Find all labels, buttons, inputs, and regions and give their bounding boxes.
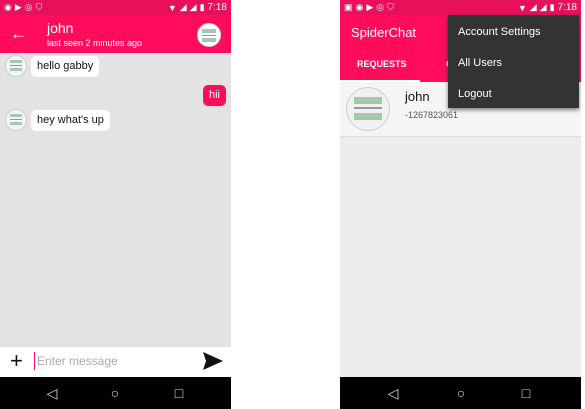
shield-icon: ⛉	[35, 2, 43, 12]
avatar	[5, 55, 27, 77]
youtube-icon: ▶	[366, 2, 374, 12]
message-bubble: hey what's up	[31, 110, 110, 131]
menu-item-logout[interactable]: Logout	[458, 88, 492, 100]
record-icon: ◎	[24, 2, 33, 12]
contact-name[interactable]: john	[47, 20, 73, 36]
menu-item-all-users[interactable]: All Users	[458, 57, 502, 69]
status-bar: ◉ ▶ ◎ ⛉ ▼ ◢ ◢ ▮ 7:18	[0, 0, 231, 15]
record-icon: ◎	[376, 2, 385, 12]
message-bubble: hello gabby	[31, 56, 100, 77]
chat-header: ← john last seen 2 minutes ago	[0, 15, 231, 53]
recents-nav-icon[interactable]: □	[171, 385, 187, 401]
whatsapp-icon: ◉	[355, 2, 364, 12]
status-bar: ▣ ◉ ▶ ◎ ⛉ ▼ ◢ ◢ ▮ 7:18	[340, 0, 581, 15]
notification-icons: ◉ ▶ ◎ ⛉	[4, 2, 42, 13]
overflow-menu: Account Settings All Users Logout	[448, 15, 579, 108]
back-nav-icon[interactable]: ◁	[385, 385, 401, 401]
clock: 7:18	[207, 2, 227, 13]
back-nav-icon[interactable]: ◁	[44, 385, 60, 401]
back-arrow-icon[interactable]: ←	[10, 24, 27, 44]
whatsapp-icon: ◉	[4, 2, 12, 12]
avatar[interactable]	[197, 23, 221, 47]
tab-requests[interactable]: REQUESTS	[357, 59, 407, 69]
avatar	[5, 109, 27, 131]
system-navbar: ◁ ○ □	[0, 377, 231, 409]
battery-icon: ▮	[549, 2, 555, 12]
chat-screen: ◉ ▶ ◎ ⛉ ▼ ◢ ◢ ▮ 7:18 ← john last seen 2 …	[0, 0, 231, 409]
main-screen: ▣ ◉ ▶ ◎ ⛉ ▼ ◢ ◢ ▮ 7:18 SpiderChat REQUES…	[340, 0, 581, 409]
clock: 7:18	[557, 2, 577, 13]
signal-icon: ◢	[179, 2, 187, 12]
system-icons: ▼ ◢ ◢ ▮ 7:18	[168, 2, 227, 13]
signal-icon: ◢	[529, 2, 537, 12]
app-title: SpiderChat	[351, 25, 417, 40]
send-icon[interactable]	[202, 351, 224, 371]
shield-icon: ⛉	[387, 2, 394, 12]
last-seen-text: last seen 2 minutes ago	[47, 38, 143, 48]
menu-item-account-settings[interactable]: Account Settings	[458, 26, 541, 38]
recents-nav-icon[interactable]: □	[518, 385, 534, 401]
user-phone: -1267823061	[405, 110, 459, 120]
message-bubble-outgoing: hii	[203, 85, 227, 106]
signal-icon: ◢	[539, 2, 547, 12]
user-name: john	[405, 89, 430, 104]
image-icon: ▣	[344, 2, 353, 12]
add-attachment-icon[interactable]: +	[10, 350, 23, 372]
wifi-icon: ▼	[167, 2, 177, 13]
message-composer: +	[0, 347, 231, 377]
youtube-icon: ▶	[14, 2, 22, 12]
system-icons: ▼ ◢ ◢ ▮ 7:18	[518, 2, 577, 13]
home-nav-icon[interactable]: ○	[453, 385, 469, 401]
avatar	[346, 87, 390, 131]
home-nav-icon[interactable]: ○	[107, 385, 123, 401]
wifi-icon: ▼	[517, 2, 527, 13]
message-input[interactable]	[34, 352, 194, 370]
notification-icons: ▣ ◉ ▶ ◎ ⛉	[344, 2, 394, 13]
system-navbar: ◁ ○ □	[340, 377, 581, 409]
signal-icon: ◢	[189, 2, 197, 12]
battery-icon: ▮	[199, 2, 205, 12]
